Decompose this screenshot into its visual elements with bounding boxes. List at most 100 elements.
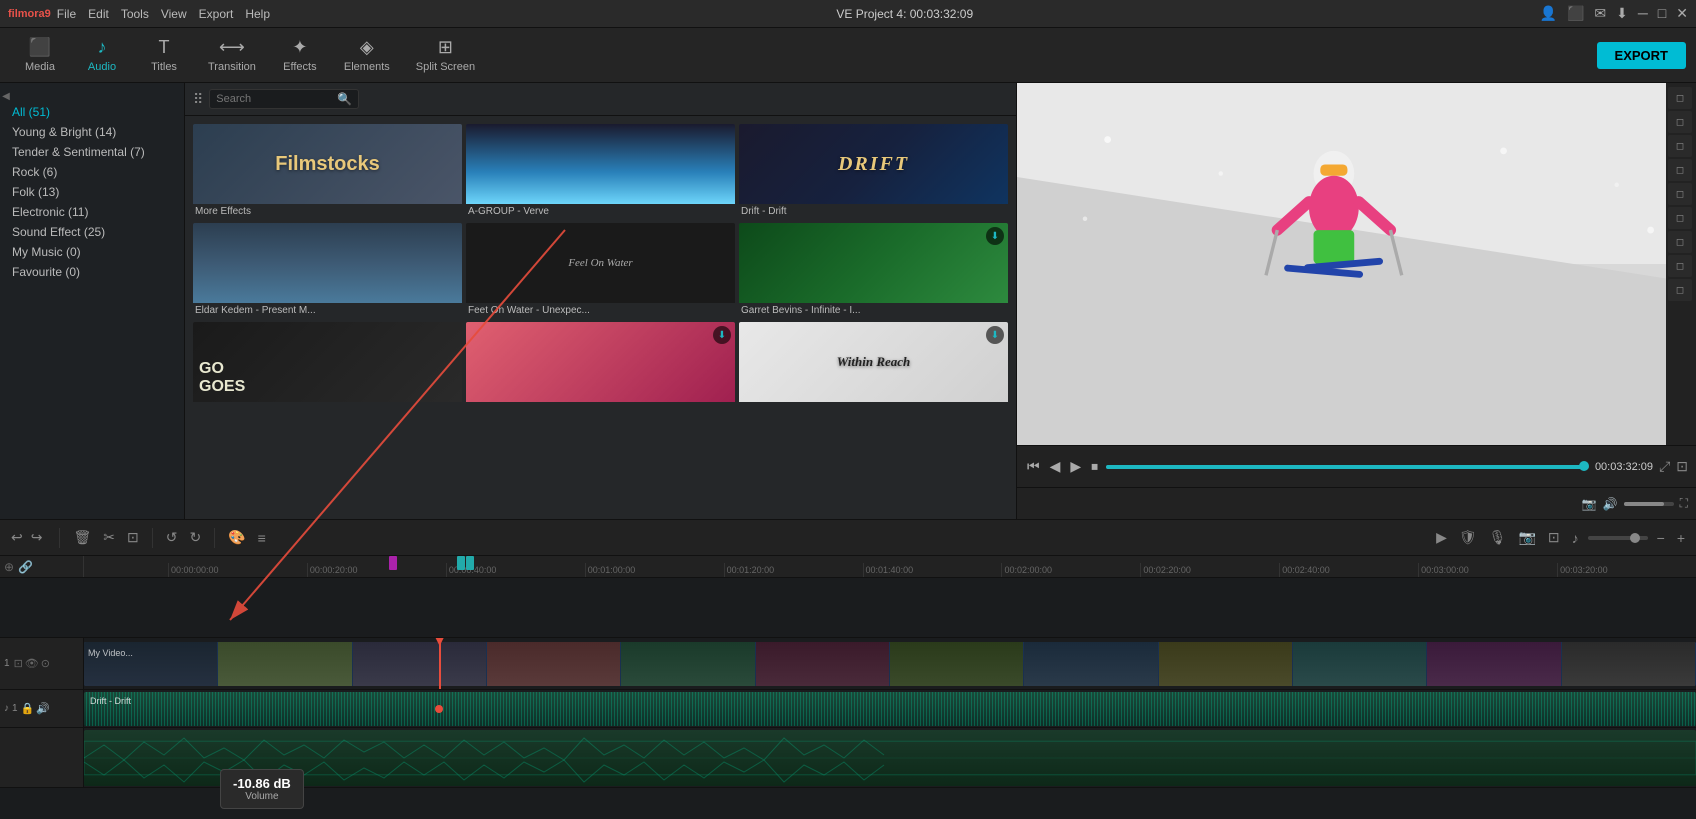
toolbar-transition[interactable]: ⟷ Transition (196, 31, 268, 79)
toolbar-elements[interactable]: ◈ Elements (332, 31, 402, 79)
project-title: VE Project 4: 00:03:32:09 (836, 7, 973, 21)
panel-icon-7[interactable]: ◻ (1668, 231, 1692, 253)
add-track-icon[interactable]: ⊕ (4, 560, 14, 574)
full-screen-icon[interactable]: ⤢ (1659, 458, 1670, 475)
video-thumb-12 (1562, 642, 1696, 686)
shield-icon[interactable]: 🛡 (1456, 526, 1480, 549)
volume-icon[interactable]: 🔊 (1603, 497, 1618, 511)
panel-icon-4[interactable]: ◻ (1668, 159, 1692, 181)
category-electronic[interactable]: Electronic (11) (0, 202, 184, 222)
category-all[interactable]: All (51) (0, 102, 184, 122)
panel-icon-6[interactable]: ◻ (1668, 207, 1692, 229)
ruler-tick-10: 00:03:20:00 (1557, 563, 1696, 577)
menu-export[interactable]: Export (199, 7, 234, 21)
track-eye-icon[interactable]: ⊙ (41, 657, 50, 670)
camera-icon[interactable]: 📷 (1582, 497, 1597, 511)
grid-item-verve[interactable]: A-GROUP - Verve (466, 124, 735, 219)
toolbar-splitscreen[interactable]: ⊞ Split Screen (404, 31, 487, 79)
panel-icon-2[interactable]: ◻ (1668, 111, 1692, 133)
fullscreen-button[interactable]: ⛶ (1680, 496, 1688, 511)
withinreach-download-badge: ⬇ (986, 326, 1004, 344)
minimize-button[interactable]: ─ (1638, 5, 1648, 22)
mic-icon[interactable]: 🎙 (1486, 526, 1510, 549)
timeline-playhead[interactable] (439, 638, 441, 689)
panel-icon-1[interactable]: ◻ (1668, 87, 1692, 109)
play-head-icon[interactable]: ▶ (1433, 526, 1450, 549)
collapse-button[interactable]: ◀ (0, 91, 12, 102)
toolbar-effects[interactable]: ✦ Effects (270, 31, 330, 79)
volume-slider[interactable] (1624, 502, 1674, 506)
menu-view[interactable]: View (161, 7, 187, 21)
adjust-button[interactable]: ≡ (255, 527, 269, 549)
grid-item-pink[interactable]: ⬇ (466, 322, 735, 406)
audio-mute-icon[interactable]: 🔊 (36, 702, 50, 715)
aspect-ratio-icon[interactable]: ⊡ (1676, 458, 1688, 475)
category-young-bright[interactable]: Young & Bright (14) (0, 122, 184, 142)
category-favourite[interactable]: Favourite (0) (0, 262, 184, 282)
category-tender[interactable]: Tender & Sentimental (7) (0, 142, 184, 162)
panel-icon-9[interactable]: ◻ (1668, 279, 1692, 301)
track-mute-icon[interactable]: 👁 (25, 657, 39, 670)
toolbar-media[interactable]: ⬛ Media (10, 31, 70, 79)
menu-edit[interactable]: Edit (88, 7, 109, 21)
grid-item-goes[interactable]: GO GOES (193, 322, 462, 406)
track-lock-icon[interactable]: ⊡ (14, 657, 23, 670)
panel-icon-3[interactable]: ◻ (1668, 135, 1692, 157)
audio-marker[interactable] (435, 705, 443, 713)
camera2-icon[interactable]: 📷 (1515, 526, 1538, 549)
zoom-out-icon[interactable]: − (1654, 527, 1668, 549)
maximize-button[interactable]: □ (1658, 5, 1666, 22)
category-folk[interactable]: Folk (13) (0, 182, 184, 202)
account-icon[interactable]: 👤 (1540, 5, 1557, 22)
grid-item-feetonwater[interactable]: Feel On Water Feet On Water - Unexpec... (466, 223, 735, 318)
prev-frame-button[interactable]: ◀ (1048, 456, 1063, 477)
menu-tools[interactable]: Tools (121, 7, 149, 21)
zoom-icon[interactable]: ⊡ (1545, 526, 1563, 549)
play-button[interactable]: ▶ (1068, 456, 1083, 477)
color-button[interactable]: 🎨 (225, 526, 248, 549)
search-input[interactable] (216, 93, 333, 105)
preview-controls: ⏮ ◀ ▶ ⏹ 00:03:32:09 ⤢ ⊡ (1017, 445, 1696, 487)
grid-item-garret[interactable]: ⬇ Garret Bevins - Infinite - I... (739, 223, 1008, 318)
export-button[interactable]: EXPORT (1597, 42, 1686, 69)
toolbar-titles[interactable]: T Titles (134, 31, 194, 79)
menu-file[interactable]: File (57, 7, 76, 21)
rotate-button[interactable]: ↺ (163, 526, 181, 549)
settings-icon[interactable]: ⬛ (1567, 5, 1584, 22)
zoom-slider[interactable] (1588, 536, 1648, 540)
refresh-button[interactable]: ↻ (186, 526, 204, 549)
audio-lock-icon[interactable]: 🔒 (21, 702, 35, 715)
category-sound-effect[interactable]: Sound Effect (25) (0, 222, 184, 242)
grid-item-eldar[interactable]: Eldar Kedem - Present M... (193, 223, 462, 318)
ruler-tick-3: 00:01:00:00 (585, 563, 724, 577)
grid-item-withinreach[interactable]: Within Reach ⬇ (739, 322, 1008, 406)
undo-button[interactable]: ↩ (8, 526, 26, 549)
panel-icon-8[interactable]: ◻ (1668, 255, 1692, 277)
link-icon[interactable]: 🔗 (18, 560, 33, 574)
redo-button[interactable]: ↪ (28, 526, 46, 549)
waveform-svg (84, 730, 1696, 786)
crop-button[interactable]: ⊡ (124, 526, 142, 549)
rewind-button[interactable]: ⏮ (1025, 456, 1042, 477)
category-my-music[interactable]: My Music (0) (0, 242, 184, 262)
cut-button[interactable]: ✂ (100, 526, 118, 549)
toolbar-audio[interactable]: ♪ Audio (72, 31, 132, 79)
delete-button[interactable]: 🗑 (70, 526, 94, 549)
search-icon[interactable]: 🔍 (337, 92, 352, 106)
stop-button[interactable]: ⏹ (1089, 456, 1100, 477)
eldar-image (193, 223, 462, 303)
category-rock[interactable]: Rock (6) (0, 162, 184, 182)
grid-layout-icon[interactable]: ⠿ (193, 91, 203, 108)
audio2-icon[interactable]: ♪ (1569, 527, 1582, 549)
audio-track-row: ♪ 1 🔒 🔊 Drift - Drift (0, 690, 1696, 728)
panel-icon-5[interactable]: ◻ (1668, 183, 1692, 205)
close-button[interactable]: ✕ (1676, 5, 1688, 22)
grid-item-filmstocks[interactable]: Filmstocks More Effects (193, 124, 462, 219)
download-icon[interactable]: ⬇ (1616, 5, 1628, 22)
filmstocks-label: More Effects (193, 204, 462, 219)
progress-bar[interactable] (1106, 465, 1589, 469)
menu-help[interactable]: Help (245, 7, 270, 21)
grid-item-drift[interactable]: DRIFT Drift - Drift (739, 124, 1008, 219)
zoom-in-icon[interactable]: + (1674, 527, 1688, 549)
message-icon[interactable]: ✉ (1594, 5, 1606, 22)
